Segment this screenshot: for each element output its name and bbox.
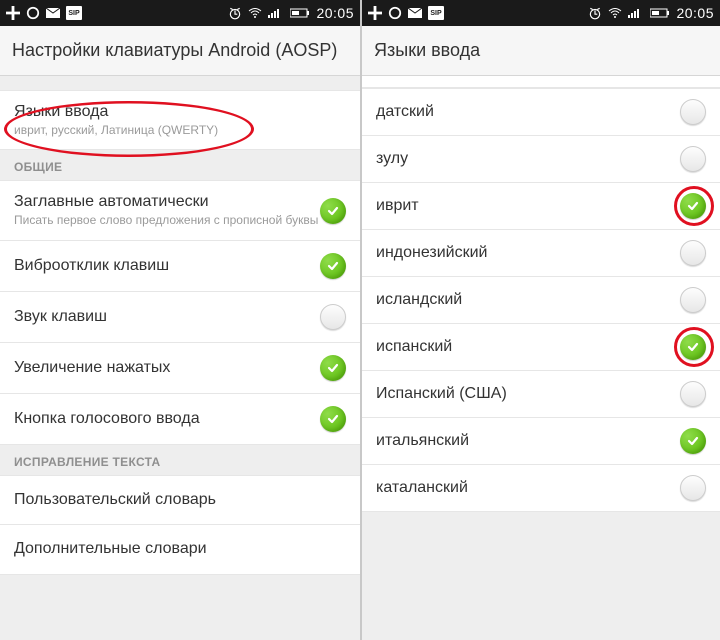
page-title-left: Настройки клавиатуры Android (AOSP) — [0, 26, 360, 76]
alarm-icon — [228, 6, 242, 20]
status-time: 20:05 — [676, 5, 714, 21]
status-time: 20:05 — [316, 5, 354, 21]
row-title: зулу — [376, 150, 680, 168]
page-title-right: Языки ввода — [362, 26, 720, 76]
language-list[interactable]: датский зулу иврит индонезийский — [362, 76, 720, 640]
row-title: Звук клавиш — [14, 308, 320, 326]
status-bar: SIP 20:05 — [362, 0, 720, 26]
settings-row[interactable]: Заглавные автоматически Писать первое сл… — [0, 180, 360, 240]
settings-row[interactable]: Виброотклик клавиш — [0, 241, 360, 292]
ring-icon — [388, 6, 402, 20]
settings-row[interactable]: Дополнительные словари — [0, 525, 360, 575]
signal-icon — [628, 6, 644, 20]
language-row[interactable]: индонезийский — [362, 230, 720, 277]
toggle-on[interactable] — [680, 334, 706, 360]
toggle-on[interactable] — [320, 198, 346, 224]
wifi-icon — [608, 6, 622, 20]
row-title: Языки ввода — [14, 103, 346, 121]
row-title: испанский — [376, 338, 680, 356]
row-title: Пользовательский словарь — [14, 491, 346, 509]
wifi-icon — [248, 6, 262, 20]
sip-icon: SIP — [428, 6, 444, 20]
language-row[interactable]: датский — [362, 88, 720, 136]
row-title: Увеличение нажатых — [14, 359, 320, 377]
language-row[interactable]: Испанский (США) — [362, 371, 720, 418]
toggle-off[interactable] — [680, 146, 706, 172]
row-subtitle: иврит, русский, Латиница (QWERTY) — [14, 123, 346, 137]
language-row[interactable]: испанский — [362, 324, 720, 371]
list-peek-top — [362, 76, 720, 88]
ring-icon — [26, 6, 40, 20]
settings-row[interactable]: Кнопка голосового ввода — [0, 394, 360, 445]
language-row[interactable]: иврит — [362, 183, 720, 230]
toggle-off[interactable] — [680, 99, 706, 125]
toggle-off[interactable] — [680, 381, 706, 407]
row-title: иврит — [376, 197, 680, 215]
settings-row[interactable]: Звук клавиш — [0, 292, 360, 343]
row-input-languages[interactable]: Языки ввода иврит, русский, Латиница (QW… — [0, 90, 360, 150]
sip-icon: SIP — [66, 6, 82, 20]
toggle-on[interactable] — [320, 355, 346, 381]
status-bar: SIP 20:05 — [0, 0, 360, 26]
row-title: исландский — [376, 291, 680, 309]
right-pane: SIP 20:05 Языки ввода датский зулу — [360, 0, 720, 640]
section-general: ОБЩИЕ — [0, 150, 360, 180]
row-title: индонезийский — [376, 244, 680, 262]
row-title: Испанский (США) — [376, 385, 680, 403]
row-title: датский — [376, 103, 680, 121]
toggle-off[interactable] — [680, 287, 706, 313]
battery-icon — [650, 6, 670, 20]
toggle-on[interactable] — [320, 253, 346, 279]
language-row[interactable]: зулу — [362, 136, 720, 183]
section-correction: ИСПРАВЛЕНИЕ ТЕКСТА — [0, 445, 360, 475]
language-row[interactable]: итальянский — [362, 418, 720, 465]
language-row[interactable]: исландский — [362, 277, 720, 324]
settings-row[interactable]: Увеличение нажатых — [0, 343, 360, 394]
battery-icon — [290, 6, 310, 20]
row-title: Заглавные автоматически — [14, 193, 320, 211]
row-title: итальянский — [376, 432, 680, 450]
left-pane: SIP 20:05 Настройки клавиатуры Android (… — [0, 0, 360, 640]
toggle-on[interactable] — [680, 428, 706, 454]
toggle-on[interactable] — [320, 406, 346, 432]
mail-icon — [408, 6, 422, 20]
alarm-icon — [588, 6, 602, 20]
toggle-on[interactable] — [680, 193, 706, 219]
plus-icon — [6, 6, 20, 20]
settings-row[interactable]: Пользовательский словарь — [0, 475, 360, 525]
settings-list-left[interactable]: Языки ввода иврит, русский, Латиница (QW… — [0, 76, 360, 640]
row-title: Кнопка голосового ввода — [14, 410, 320, 428]
row-subtitle: Писать первое слово предложения с пропис… — [14, 213, 320, 227]
row-title: Виброотклик клавиш — [14, 257, 320, 275]
row-title: Дополнительные словари — [14, 540, 346, 558]
toggle-off[interactable] — [680, 240, 706, 266]
language-row[interactable]: каталанский — [362, 465, 720, 512]
toggle-off[interactable] — [680, 475, 706, 501]
mail-icon — [46, 6, 60, 20]
toggle-off[interactable] — [320, 304, 346, 330]
row-title: каталанский — [376, 479, 680, 497]
signal-icon — [268, 6, 284, 20]
plus-icon — [368, 6, 382, 20]
